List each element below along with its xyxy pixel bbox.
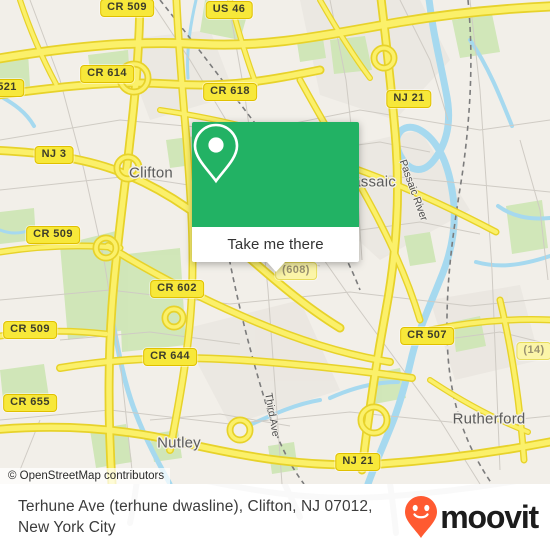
footer-content: Terhune Ave (terhune dwasline), Clifton,… [0, 484, 550, 550]
location-title: Terhune Ave (terhune dwasline), Clifton,… [18, 496, 404, 538]
take-me-there-button[interactable]: Take me there [192, 227, 359, 262]
road-shield: 521 [0, 79, 24, 97]
take-me-there-label: Take me there [227, 236, 324, 253]
road-shield: CR 644 [143, 348, 197, 366]
road-shield: NJ 21 [386, 90, 432, 108]
map-canvas[interactable]: CR 509 US 46 CR 614 CR 618 521 NJ 21 NJ 3 CR 50… [0, 0, 550, 484]
road-shield: CR 509 [26, 226, 80, 244]
road-shield: CR 509 [3, 321, 57, 339]
footer-bar: Terhune Ave (terhune dwasline), Clifton,… [0, 484, 550, 550]
moovit-logo[interactable]: moovit [404, 495, 539, 539]
road-shield: CR 507 [400, 327, 454, 345]
road-shield: CR 614 [80, 65, 134, 83]
road-shield: CR 655 [3, 394, 57, 412]
osm-attribution[interactable]: © OpenStreetMap contributors [0, 468, 171, 484]
road-shield: NJ 3 [34, 146, 74, 164]
place-label: Clifton [129, 164, 173, 182]
popup-header [192, 122, 359, 227]
road-shield: CR 509 [100, 0, 154, 17]
road-shield: NJ 21 [335, 453, 381, 471]
moovit-wordmark: moovit [440, 499, 539, 535]
road-shield: CR 618 [203, 83, 257, 101]
location-title-line1: Terhune Ave (terhune dwasline), Clifton,… [18, 498, 373, 515]
place-label: Rutherford [452, 410, 526, 428]
popup-tail [266, 262, 285, 272]
location-pin-icon [193, 123, 239, 184]
map-screen: CR 509 US 46 CR 614 CR 618 521 NJ 21 NJ 3 CR 50… [0, 0, 550, 550]
moovit-pin-smile-icon [405, 496, 438, 538]
road-shield: (14) [516, 342, 550, 360]
road-shield: CR 602 [150, 280, 204, 298]
road-shield: US 46 [205, 1, 253, 19]
location-title-line2: New York City [18, 519, 116, 536]
place-label: Nutley [157, 434, 201, 452]
map-popup[interactable]: Take me there [192, 122, 359, 272]
